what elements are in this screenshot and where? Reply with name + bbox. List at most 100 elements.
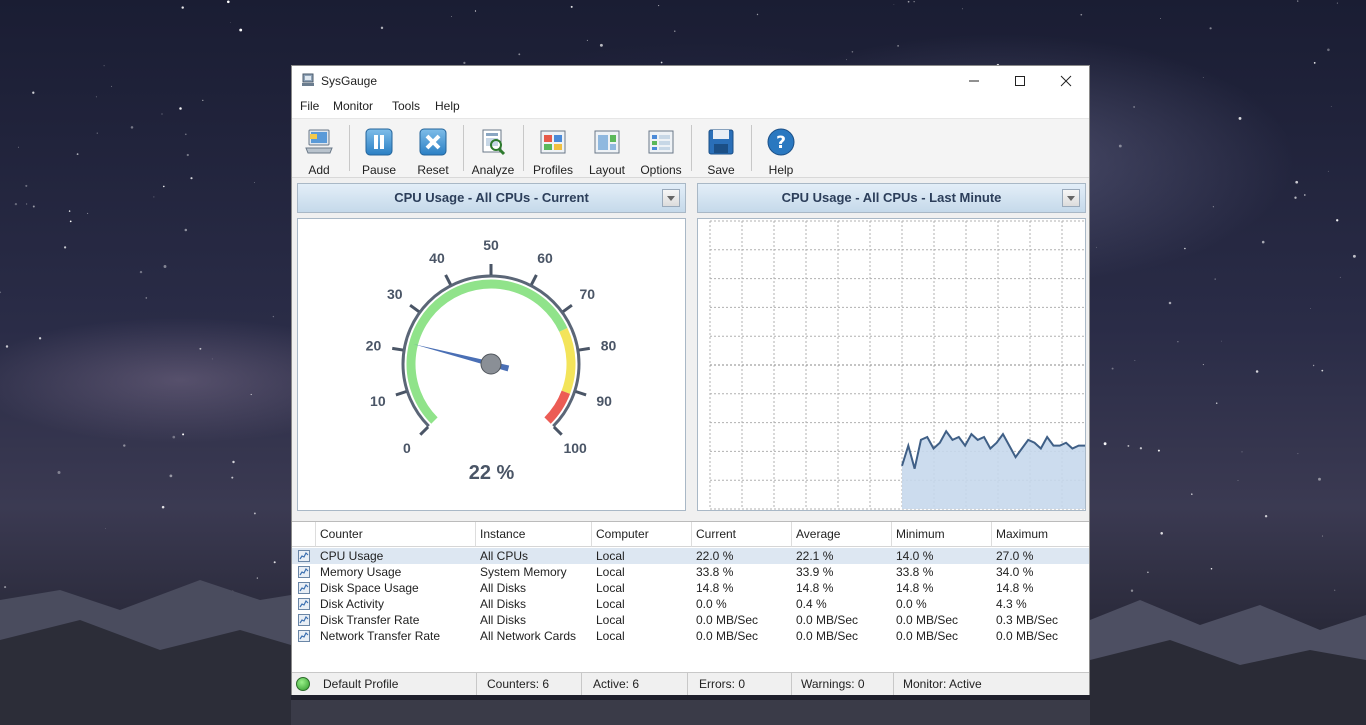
gauge-tick-label: 80 [601,337,617,353]
gauge-tick [391,346,404,352]
save-button[interactable]: Save [695,123,747,177]
col-instance-header[interactable]: Instance [476,522,592,547]
gauge-yellow-band [559,328,576,394]
table-row[interactable]: CPU Usage All CPUs Local 22.0 % 22.1 % 14.0 %… [292,548,1089,564]
gauge-tick-label: 90 [596,393,612,409]
help-button[interactable]: ? Help [755,123,807,177]
gauge-tick [530,274,538,286]
menu-monitor[interactable]: Monitor [333,99,373,113]
status-errors: Errors: 0 [688,673,792,695]
cell-instance: All Network Cards [480,629,577,643]
cell-average: 0.4 % [796,597,827,611]
gauge-tick [552,425,563,436]
gauge-tick-label: 50 [483,237,499,253]
col-average-header[interactable]: Average [792,522,892,547]
status-active: Active: 6 [582,673,688,695]
cell-maximum: 27.0 % [996,549,1034,563]
title-bar[interactable]: SysGauge [292,66,1089,96]
cell-minimum: 14.0 % [896,549,934,563]
chart-panel-dropdown[interactable] [1062,189,1080,207]
gauge-green-band [406,279,568,424]
cell-average: 14.8 % [796,581,834,595]
cell-computer: Local [596,613,625,627]
profiles-label: Profiles [532,163,573,177]
gauge-tick-label: 10 [370,393,386,409]
col-maximum-header[interactable]: Maximum [992,522,1089,547]
cpu-history-chart [709,220,1085,510]
gauge-tick [409,304,420,313]
toolbar-separator [691,125,692,171]
cpu-chart-icon [298,550,310,562]
layout-icon [594,130,620,154]
cell-counter: Disk Transfer Rate [320,613,420,627]
gauge-tick-label: 40 [429,250,445,266]
cell-current: 33.8 % [696,565,734,579]
minimize-button[interactable] [951,66,997,96]
menu-tools[interactable]: Tools [392,99,420,113]
cell-maximum: 0.0 MB/Sec [996,629,1059,643]
gauge-panel: 0 10 20 30 40 50 60 70 80 90 100 22 % [297,218,686,511]
svg-text:?: ? [776,133,786,153]
cell-average: 22.1 % [796,549,834,563]
save-label: Save [707,163,735,177]
cell-maximum: 4.3 % [996,597,1027,611]
reset-button[interactable]: Reset [407,123,459,177]
cell-counter: Memory Usage [320,565,402,579]
gauge-panel-header: CPU Usage - All CPUs - Current [297,183,686,213]
col-current-header[interactable]: Current [692,522,792,547]
table-row[interactable]: Memory Usage System Memory Local 33.8 % 33.9… [292,564,1089,580]
table-row[interactable]: Disk Transfer Rate All Disks Local 0.0 MB/S… [292,612,1089,628]
layout-button[interactable]: Layout [581,123,633,177]
status-counters: Counters: 6 [477,673,582,695]
gauge-tick [562,304,573,313]
pause-button[interactable]: Pause [353,123,405,177]
cell-current: 14.8 % [696,581,734,595]
gauge-hub [480,353,502,375]
toolbar-separator [349,125,350,171]
add-button[interactable]: Add [293,123,345,177]
close-button[interactable] [1043,66,1089,96]
col-minimum-header[interactable]: Minimum [892,522,992,547]
chart-panel [697,218,1086,511]
cell-current: 0.0 MB/Sec [696,629,759,643]
cell-current: 22.0 % [696,549,734,563]
toolbar-separator [463,125,464,171]
gauge-tick-label: 60 [537,250,553,266]
disk-activity-icon [298,598,310,610]
toolbar-separator [523,125,524,171]
profiles-button[interactable]: Profiles [527,123,579,177]
chart-panel-title: CPU Usage - All CPUs - Last Minute [781,190,1002,205]
cell-instance: System Memory [480,565,567,579]
gauge-tick-label: 100 [563,440,587,456]
cell-instance: All Disks [480,613,527,627]
options-button[interactable]: Options [635,123,687,177]
help-label: Help [768,163,794,177]
gauge-tick-label: 20 [366,337,382,353]
cell-counter: Network Transfer Rate [320,629,441,643]
menu-help[interactable]: Help [435,99,460,113]
status-bar: Default Profile Counters: 6 Active: 6 Er… [292,672,1089,695]
gauge-tick [578,346,591,352]
toolbar: Add Pause Reset Analyze Profiles Layout … [292,118,1089,178]
col-counter-header[interactable]: Counter [316,522,476,547]
analyze-label: Analyze [471,163,515,177]
cell-maximum: 0.3 MB/Sec [996,613,1059,627]
maximize-button[interactable] [997,66,1043,96]
status-warnings: Warnings: 0 [792,673,894,695]
cell-computer: Local [596,565,625,579]
network-transfer-icon [298,630,310,642]
reset-label: Reset [417,163,449,177]
cell-minimum: 33.8 % [896,565,934,579]
save-icon [708,129,734,155]
table-row[interactable]: Network Transfer Rate All Network Cards Lo… [292,628,1089,644]
pause-icon [365,128,393,156]
gauge-panel-dropdown[interactable] [662,189,680,207]
chart-panel-header: CPU Usage - All CPUs - Last Minute [697,183,1086,213]
table-row[interactable]: Disk Activity All Disks Local 0.0 % 0.4 % 0.0… [292,596,1089,612]
analyze-button[interactable]: Analyze [467,123,519,177]
window-title: SysGauge [321,74,378,88]
options-label: Options [640,163,682,177]
menu-file[interactable]: File [300,99,319,113]
col-computer-header[interactable]: Computer [592,522,692,547]
table-row[interactable]: Disk Space Usage All Disks Local 14.8 % 14.8… [292,580,1089,596]
